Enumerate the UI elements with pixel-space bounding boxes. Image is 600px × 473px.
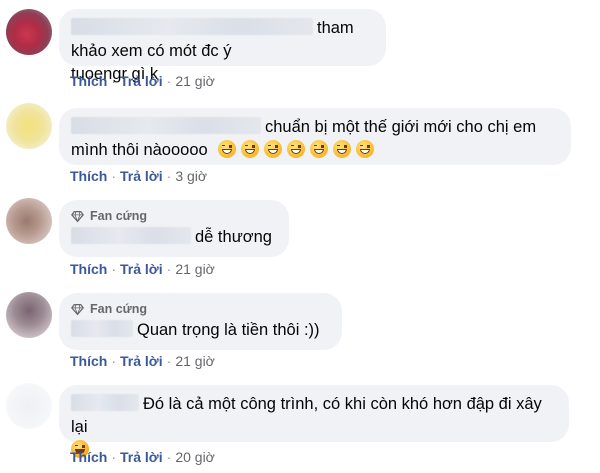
comment-actions: Thích · Trả lời · 20 giờ <box>70 449 215 465</box>
comment-bubble: tham khảo xem có mót đc ý tuoengr gì k <box>59 9 386 83</box>
blurred-author-name[interactable] <box>71 18 313 35</box>
reply-link[interactable]: Trả lời <box>120 261 163 277</box>
like-link[interactable]: Thích <box>70 449 107 465</box>
comment-text: Quan trọng là tiền thôi :)) <box>137 321 320 339</box>
comment-text: chuẩn bị một thế giới mới cho chị em <box>265 118 537 136</box>
like-link[interactable]: Thích <box>70 168 107 184</box>
comment-bubble: chuẩn bị một thế giới mới cho chị em mìn… <box>59 108 571 165</box>
comment-text: dễ thương <box>195 228 272 246</box>
comment-actions: Thích · Trả lời · 3 giờ <box>70 168 208 184</box>
blurred-author-name[interactable] <box>71 117 261 134</box>
blurred-author-name[interactable] <box>71 227 191 244</box>
like-link[interactable]: Thích <box>70 73 107 89</box>
grinning-face-icon <box>241 140 260 158</box>
comment-time[interactable]: 21 giờ <box>175 353 215 369</box>
blurred-author-name[interactable] <box>71 320 133 337</box>
avatar[interactable] <box>6 292 52 338</box>
comment-bubble: Fan cứng Quan trọng là tiền thôi :)) <box>59 293 342 350</box>
fan-badge: Fan cứng <box>71 301 330 317</box>
grinning-face-icon <box>310 140 329 158</box>
avatar[interactable] <box>6 383 52 429</box>
reply-link[interactable]: Trả lời <box>120 449 163 465</box>
comment-time[interactable]: 3 giờ <box>175 168 207 184</box>
badge-label: Fan cứng <box>90 209 147 223</box>
avatar[interactable] <box>6 103 52 149</box>
comment-bubble: Fan cứng dễ thương <box>59 200 289 257</box>
fan-badge: Fan cứng <box>71 208 277 224</box>
comment-time[interactable]: 21 giờ <box>175 261 215 277</box>
comment-time[interactable]: 21 giờ <box>175 73 215 89</box>
comment-actions: Thích · Trả lời · 21 giờ <box>70 73 215 89</box>
comment-text-cont: mình thôi nàooooo <box>71 141 208 159</box>
diamond-icon <box>71 303 84 316</box>
grinning-face-icon <box>333 140 352 158</box>
reply-link[interactable]: Trả lời <box>120 353 163 369</box>
diamond-icon <box>71 210 84 223</box>
grinning-face-icon <box>264 140 283 158</box>
comment-time[interactable]: 20 giờ <box>175 449 215 465</box>
like-link[interactable]: Thích <box>70 261 107 277</box>
avatar[interactable] <box>6 9 52 55</box>
grinning-face-icon <box>287 140 306 158</box>
comment-text: Đó là cả một công trình, có khi còn khó … <box>71 395 542 436</box>
grinning-face-icon <box>356 140 375 158</box>
comment-actions: Thích · Trả lời · 21 giờ <box>70 261 215 277</box>
comment-actions: Thích · Trả lời · 21 giờ <box>70 353 215 369</box>
avatar[interactable] <box>6 198 52 244</box>
like-link[interactable]: Thích <box>70 353 107 369</box>
blurred-author-name[interactable] <box>71 394 139 411</box>
reply-link[interactable]: Trả lời <box>120 168 163 184</box>
emoji-group <box>212 140 379 159</box>
badge-label: Fan cứng <box>90 302 147 316</box>
reply-link[interactable]: Trả lời <box>120 73 163 89</box>
grinning-face-icon <box>218 140 237 158</box>
comment-bubble: Đó là cả một công trình, có khi còn khó … <box>59 385 569 458</box>
